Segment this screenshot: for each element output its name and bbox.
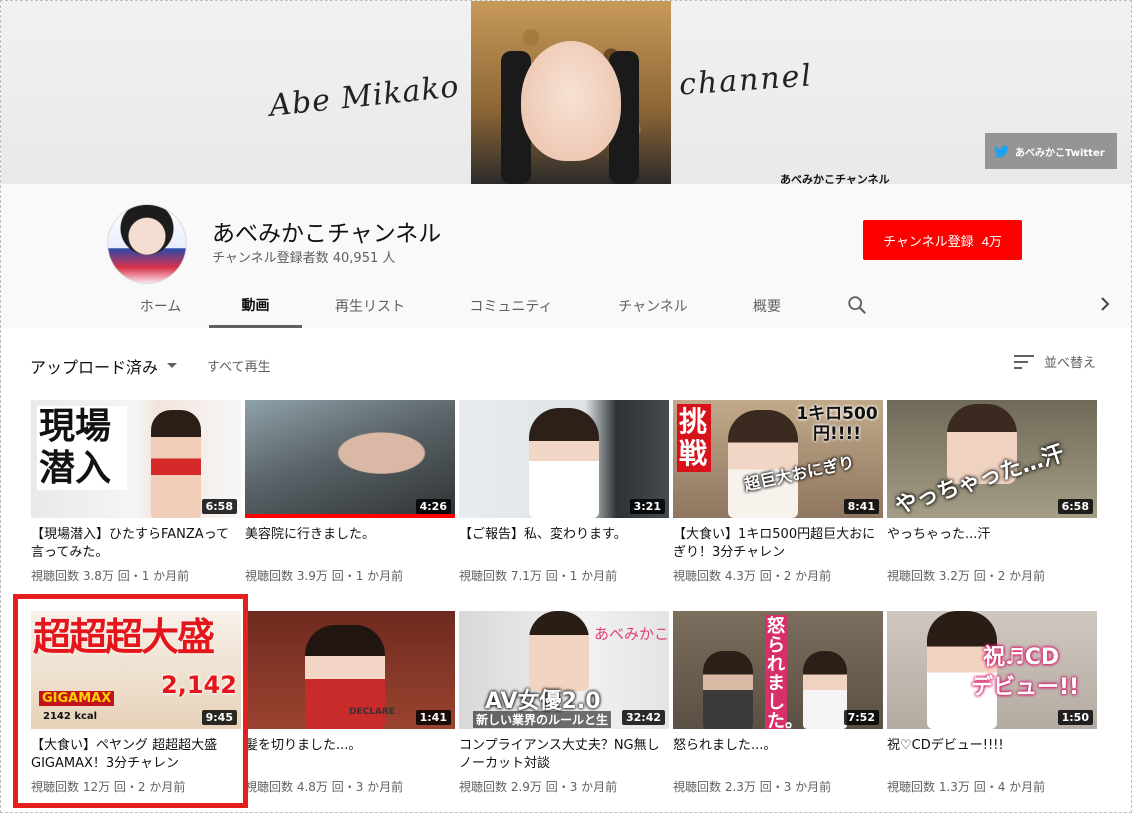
subscribe-label: チャンネル登録 [883, 233, 974, 249]
video-title[interactable]: 【ご報告】私、変わります。 [459, 526, 669, 562]
duration-badge: 7:52 [843, 710, 879, 725]
channel-banner: Abe Mikako channel あべみかこチャンネル あべみかこTwitt… [1, 1, 1131, 184]
twitter-icon [994, 144, 1009, 157]
duration-badge: 6:58 [1057, 499, 1093, 514]
banner-script-left: Abe Mikako [267, 69, 462, 124]
uploads-label: アップロード済み [30, 358, 159, 377]
thumbnail-text: 挑戦 [677, 404, 711, 472]
video-meta: 視聴回数 3.2万 回・2 か月前 [887, 569, 1046, 583]
highlight-box [13, 594, 248, 808]
thumbnail-figure [529, 408, 599, 518]
video-card[interactable]: 3:21 【ご報告】私、変わります。 視聴回数 7.1万 回・1 か月前 [459, 400, 669, 597]
thumbnail-figure [803, 651, 847, 729]
chevron-right-icon[interactable] [1097, 296, 1113, 312]
channel-header: あべみかこチャンネル チャンネル登録者数 40,951 人 チャンネル登録 4万… [1, 184, 1131, 328]
thumbnail-figure [529, 611, 589, 691]
sort-button[interactable]: 並べ替え [1014, 352, 1096, 371]
video-title[interactable]: 【大食い】1キロ500円超巨大おにぎり！3分チャレン [673, 526, 883, 562]
thumbnail-text-secondary: 1キロ500円!!!! [796, 404, 878, 444]
video-thumbnail[interactable]: 現場潜入 6:58 [31, 400, 241, 518]
video-thumbnail[interactable]: 怒られました。 7:52 [673, 611, 883, 729]
channel-tabs: ホーム 動画 再生リスト コミュニティ チャンネル 概要 [112, 284, 812, 328]
video-meta: 視聴回数 4.8万 回・3 か月前 [245, 780, 404, 794]
video-title[interactable]: コンプライアンス大丈夫？NG無しノーカット対談 [459, 737, 669, 773]
video-card[interactable]: DECLARE 1:41 髪を切りました...。 視聴回数 4.8万 回・3 か… [245, 611, 455, 808]
sort-icon [1014, 354, 1034, 369]
duration-badge: 3:21 [629, 499, 665, 514]
video-title[interactable]: 美容院に行きました。 [245, 526, 455, 562]
duration-badge: 8:41 [843, 499, 879, 514]
video-title[interactable]: 怒られました...。 [673, 737, 883, 773]
uploads-dropdown[interactable]: アップロード済み [30, 354, 178, 378]
avatar[interactable] [107, 204, 187, 284]
video-card[interactable]: あべみかこ AV女優2.0 新しい業界のルールと生 32:42 コンプライアンス… [459, 611, 669, 808]
thumbnail-text-secondary: 新しい業界のルールと生 [473, 711, 612, 728]
banner-face [521, 41, 621, 161]
twitter-link-label: あべみかこTwitter [1015, 147, 1105, 159]
banner-script-right: channel [677, 58, 815, 103]
thumbnail-text: DECLARE [349, 707, 396, 717]
thumbnail-text: 怒られました。 [765, 615, 803, 729]
duration-badge: 4:26 [415, 499, 451, 514]
thumbnail-text: 祝♬CD [983, 645, 1060, 670]
thumbnail-text: 現場潜入 [37, 406, 127, 490]
thumbnail-figure [151, 410, 201, 518]
video-meta: 視聴回数 7.1万 回・1 か月前 [459, 569, 618, 583]
video-meta: 視聴回数 3.8万 回・1 か月前 [31, 569, 190, 583]
video-thumbnail[interactable]: 4:26 [245, 400, 455, 518]
channel-name: あべみかこチャンネル [212, 221, 442, 247]
video-title[interactable]: 【現場潜入】ひたすらFANZAって言ってみた。 [31, 526, 241, 562]
tab-playlists[interactable]: 再生リスト [302, 284, 438, 328]
video-meta: 視聴回数 2.3万 回・3 か月前 [673, 780, 832, 794]
video-title[interactable]: やっちゃった...汗 [887, 526, 1097, 562]
tab-videos[interactable]: 動画 [209, 284, 302, 328]
video-meta: 視聴回数 3.9万 回・1 か月前 [245, 569, 404, 583]
subscribe-count: 4万 [981, 233, 1002, 249]
video-card[interactable]: 4:26 美容院に行きました。 視聴回数 3.9万 回・1 か月前 [245, 400, 455, 597]
video-thumbnail[interactable]: あべみかこ AV女優2.0 新しい業界のルールと生 32:42 [459, 611, 669, 729]
tab-about[interactable]: 概要 [722, 284, 812, 328]
tab-community[interactable]: コミュニティ [438, 284, 584, 328]
tab-channels[interactable]: チャンネル [584, 284, 722, 328]
duration-badge: 32:42 [621, 710, 665, 725]
play-all-link[interactable]: すべて再生 [207, 356, 271, 375]
video-thumbnail[interactable]: やっちゃった…汗 6:58 [887, 400, 1097, 518]
duration-badge: 1:50 [1057, 710, 1093, 725]
twitter-link[interactable]: あべみかこTwitter [985, 133, 1117, 169]
duration-badge: 6:58 [201, 499, 237, 514]
watch-progress-bar [245, 514, 455, 518]
caret-down-icon [167, 363, 178, 368]
banner-caption: あべみかこチャンネル [780, 173, 890, 184]
sort-label: 並べ替え [1044, 356, 1097, 371]
video-meta: 視聴回数 1.3万 回・4 か月前 [887, 780, 1046, 794]
duration-badge: 1:41 [415, 710, 451, 725]
video-card[interactable]: やっちゃった…汗 6:58 やっちゃった...汗 視聴回数 3.2万 回・2 か… [887, 400, 1097, 597]
subscriber-count: チャンネル登録者数 40,951 人 [212, 251, 396, 266]
thumbnail-figure [703, 651, 753, 729]
video-title[interactable]: 髪を切りました...。 [245, 737, 455, 773]
video-title[interactable]: 祝♡CDデビュー!!!! [887, 737, 1097, 773]
video-card[interactable]: 祝♬CD デビュー!! 1:50 祝♡CDデビュー!!!! 視聴回数 1.3万 … [887, 611, 1097, 808]
video-thumbnail[interactable]: DECLARE 1:41 [245, 611, 455, 729]
video-meta: 視聴回数 4.3万 回・2 か月前 [673, 569, 832, 583]
video-thumbnail[interactable]: 3:21 [459, 400, 669, 518]
search-icon[interactable] [846, 294, 868, 316]
video-meta: 視聴回数 2.9万 回・3 か月前 [459, 780, 618, 794]
video-card[interactable]: 現場潜入 6:58 【現場潜入】ひたすらFANZAって言ってみた。 視聴回数 3… [31, 400, 241, 597]
video-thumbnail[interactable]: 祝♬CD デビュー!! 1:50 [887, 611, 1097, 729]
video-card[interactable]: 怒られました。 7:52 怒られました...。 視聴回数 2.3万 回・3 か月… [673, 611, 883, 808]
video-card[interactable]: 挑戦 1キロ500円!!!! 超巨大おにぎり 8:41 【大食い】1キロ500円… [673, 400, 883, 597]
video-thumbnail[interactable]: 挑戦 1キロ500円!!!! 超巨大おにぎり 8:41 [673, 400, 883, 518]
tab-home[interactable]: ホーム [112, 284, 209, 328]
subscribe-button[interactable]: チャンネル登録 4万 [863, 220, 1022, 260]
thumbnail-text-name: あべみかこ [594, 625, 669, 643]
thumbnail-text-secondary: デビュー!! [971, 675, 1080, 700]
